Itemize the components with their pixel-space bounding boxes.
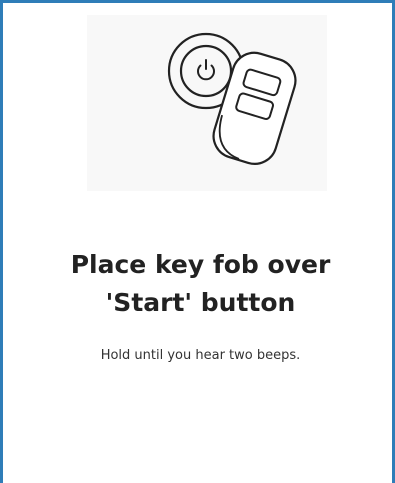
instruction-title: Place key fob over 'Start' button bbox=[70, 250, 331, 317]
instruction-screen: Place key fob over 'Start' button Hold u… bbox=[0, 0, 395, 483]
key-fob-icon bbox=[212, 51, 297, 165]
power-icon bbox=[197, 59, 215, 81]
key-fob-illustration bbox=[87, 15, 327, 191]
illustration-graphic bbox=[167, 32, 297, 165]
instruction-subtitle: Hold until you hear two beeps. bbox=[100, 348, 301, 363]
